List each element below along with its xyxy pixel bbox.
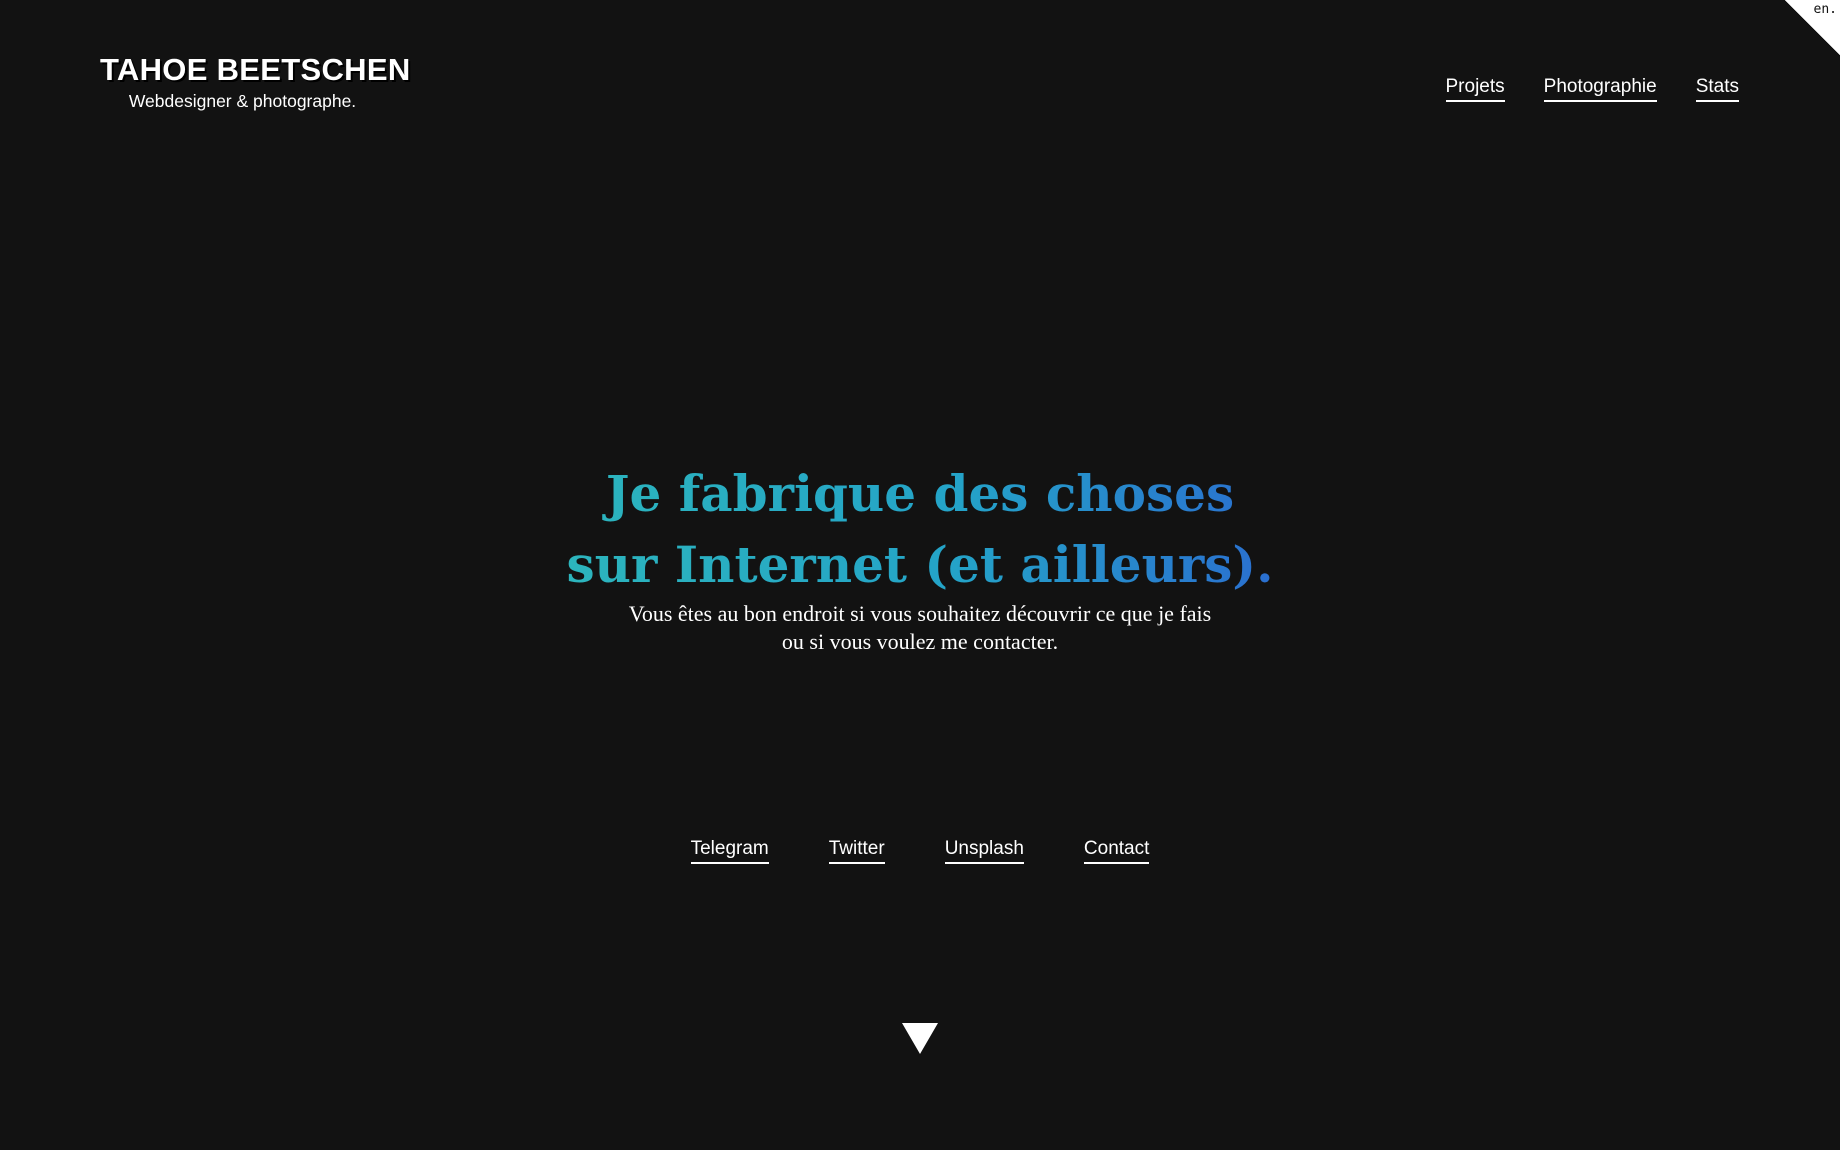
- social-links: Telegram Twitter Unsplash Contact: [0, 838, 1840, 864]
- nav-link-photographie[interactable]: Photographie: [1543, 76, 1657, 102]
- nav-link-projets[interactable]: Projets: [1445, 76, 1505, 102]
- hero-headline: Je fabrique des choses sur Internet (et …: [567, 458, 1274, 600]
- social-link-unsplash[interactable]: Unsplash: [944, 838, 1024, 864]
- language-switch[interactable]: en.: [1785, 0, 1840, 55]
- brand[interactable]: TAHOE BEETSCHEN Webdesigner & photograph…: [100, 50, 411, 112]
- social-link-contact[interactable]: Contact: [1083, 838, 1150, 864]
- site-tagline: Webdesigner & photographe.: [128, 91, 357, 111]
- down-triangle-icon[interactable]: [902, 1023, 938, 1054]
- social-link-twitter[interactable]: Twitter: [828, 838, 885, 864]
- main-nav: Projets Photographie Stats: [1445, 76, 1739, 102]
- hero-intro: Vous êtes au bon endroit si vous souhait…: [628, 601, 1212, 654]
- hero-headline-line2: sur Internet (et ailleurs).: [566, 535, 1274, 594]
- site-title: TAHOE BEETSCHEN: [100, 52, 411, 87]
- hero: Je fabrique des choses sur Internet (et …: [0, 458, 1840, 656]
- social-link-telegram[interactable]: Telegram: [690, 838, 769, 864]
- nav-link-stats[interactable]: Stats: [1695, 76, 1739, 102]
- hero-headline-line1: Je fabrique des choses: [605, 464, 1235, 523]
- language-label: en.: [1813, 2, 1837, 17]
